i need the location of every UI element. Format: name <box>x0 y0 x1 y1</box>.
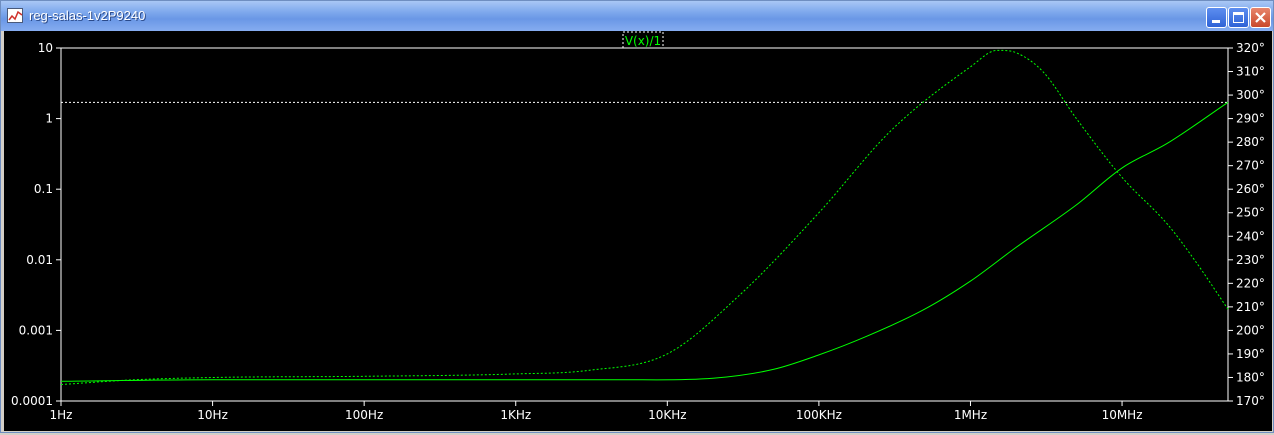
right-tick-label: 320° <box>1236 41 1265 55</box>
x-tick-label: 10MHz <box>1102 408 1143 422</box>
maximize-button[interactable] <box>1228 7 1249 28</box>
right-tick-label: 210° <box>1236 300 1265 314</box>
trace-label[interactable]: V(x)/1 <box>625 34 661 48</box>
minimize-icon <box>1212 20 1220 23</box>
right-tick-label: 300° <box>1236 88 1265 102</box>
plot-window: reg-salas-1v2P9240 10 1 0.1 0.01 0.001 0.0001… <box>0 0 1274 433</box>
window-title: reg-salas-1v2P9240 <box>29 8 146 23</box>
right-tick-label: 230° <box>1236 253 1265 267</box>
right-tick-label: 280° <box>1236 135 1265 149</box>
left-tick-label: 0.001 <box>19 323 53 337</box>
right-tick-label: 220° <box>1236 276 1265 290</box>
left-tick-label: 10 <box>38 41 53 55</box>
x-tick-label: 1Hz <box>50 408 73 422</box>
right-tick-label: 240° <box>1236 229 1265 243</box>
close-icon <box>1255 12 1266 23</box>
right-axis: 320° 310° 300° 290° 280° 270° 260° 250° 240° 230°… <box>1228 41 1265 408</box>
left-tick-label: 1 <box>45 112 53 126</box>
right-tick-label: 170° <box>1236 394 1265 408</box>
maximize-icon <box>1233 12 1244 23</box>
x-tick-label: 1MHz <box>954 408 987 422</box>
left-tick-label: 0.1 <box>34 182 53 196</box>
x-tick-label: 1KHz <box>500 408 531 422</box>
x-tick-label: 100KHz <box>796 408 842 422</box>
left-tick-label: 0.0001 <box>11 394 53 408</box>
bode-plot[interactable]: 10 1 0.1 0.01 0.001 0.0001 320° 310° 300° 290° 28… <box>4 31 1272 431</box>
right-tick-label: 260° <box>1236 182 1265 196</box>
left-axis: 10 1 0.1 0.01 0.001 0.0001 <box>11 41 61 408</box>
left-tick-label: 0.01 <box>26 253 53 267</box>
close-button[interactable] <box>1250 7 1271 28</box>
right-tick-label: 200° <box>1236 323 1265 337</box>
title-bar[interactable]: reg-salas-1v2P9240 <box>1 1 1273 31</box>
x-tick-label: 10Hz <box>197 408 228 422</box>
right-tick-label: 190° <box>1236 347 1265 361</box>
x-tick-label: 10KHz <box>648 408 686 422</box>
traces <box>60 49 1229 385</box>
right-tick-label: 180° <box>1236 370 1265 384</box>
x-axis: 1Hz 10Hz 100Hz 1KHz 10KHz 100KHz 1MHz 10MHz <box>50 401 1143 422</box>
plot-canvas[interactable]: 10 1 0.1 0.01 0.001 0.0001 320° 310° 300° 290° 28… <box>4 31 1272 431</box>
right-tick-label: 270° <box>1236 159 1265 173</box>
magnitude-trace <box>60 101 1229 382</box>
right-tick-label: 310° <box>1236 65 1265 79</box>
plot-frame <box>60 47 1229 402</box>
right-tick-label: 290° <box>1236 112 1265 126</box>
phase-trace <box>60 49 1229 385</box>
x-tick-label: 100Hz <box>345 408 383 422</box>
waveform-icon[interactable] <box>7 8 23 23</box>
minimize-button[interactable] <box>1206 7 1227 28</box>
right-tick-label: 250° <box>1236 206 1265 220</box>
